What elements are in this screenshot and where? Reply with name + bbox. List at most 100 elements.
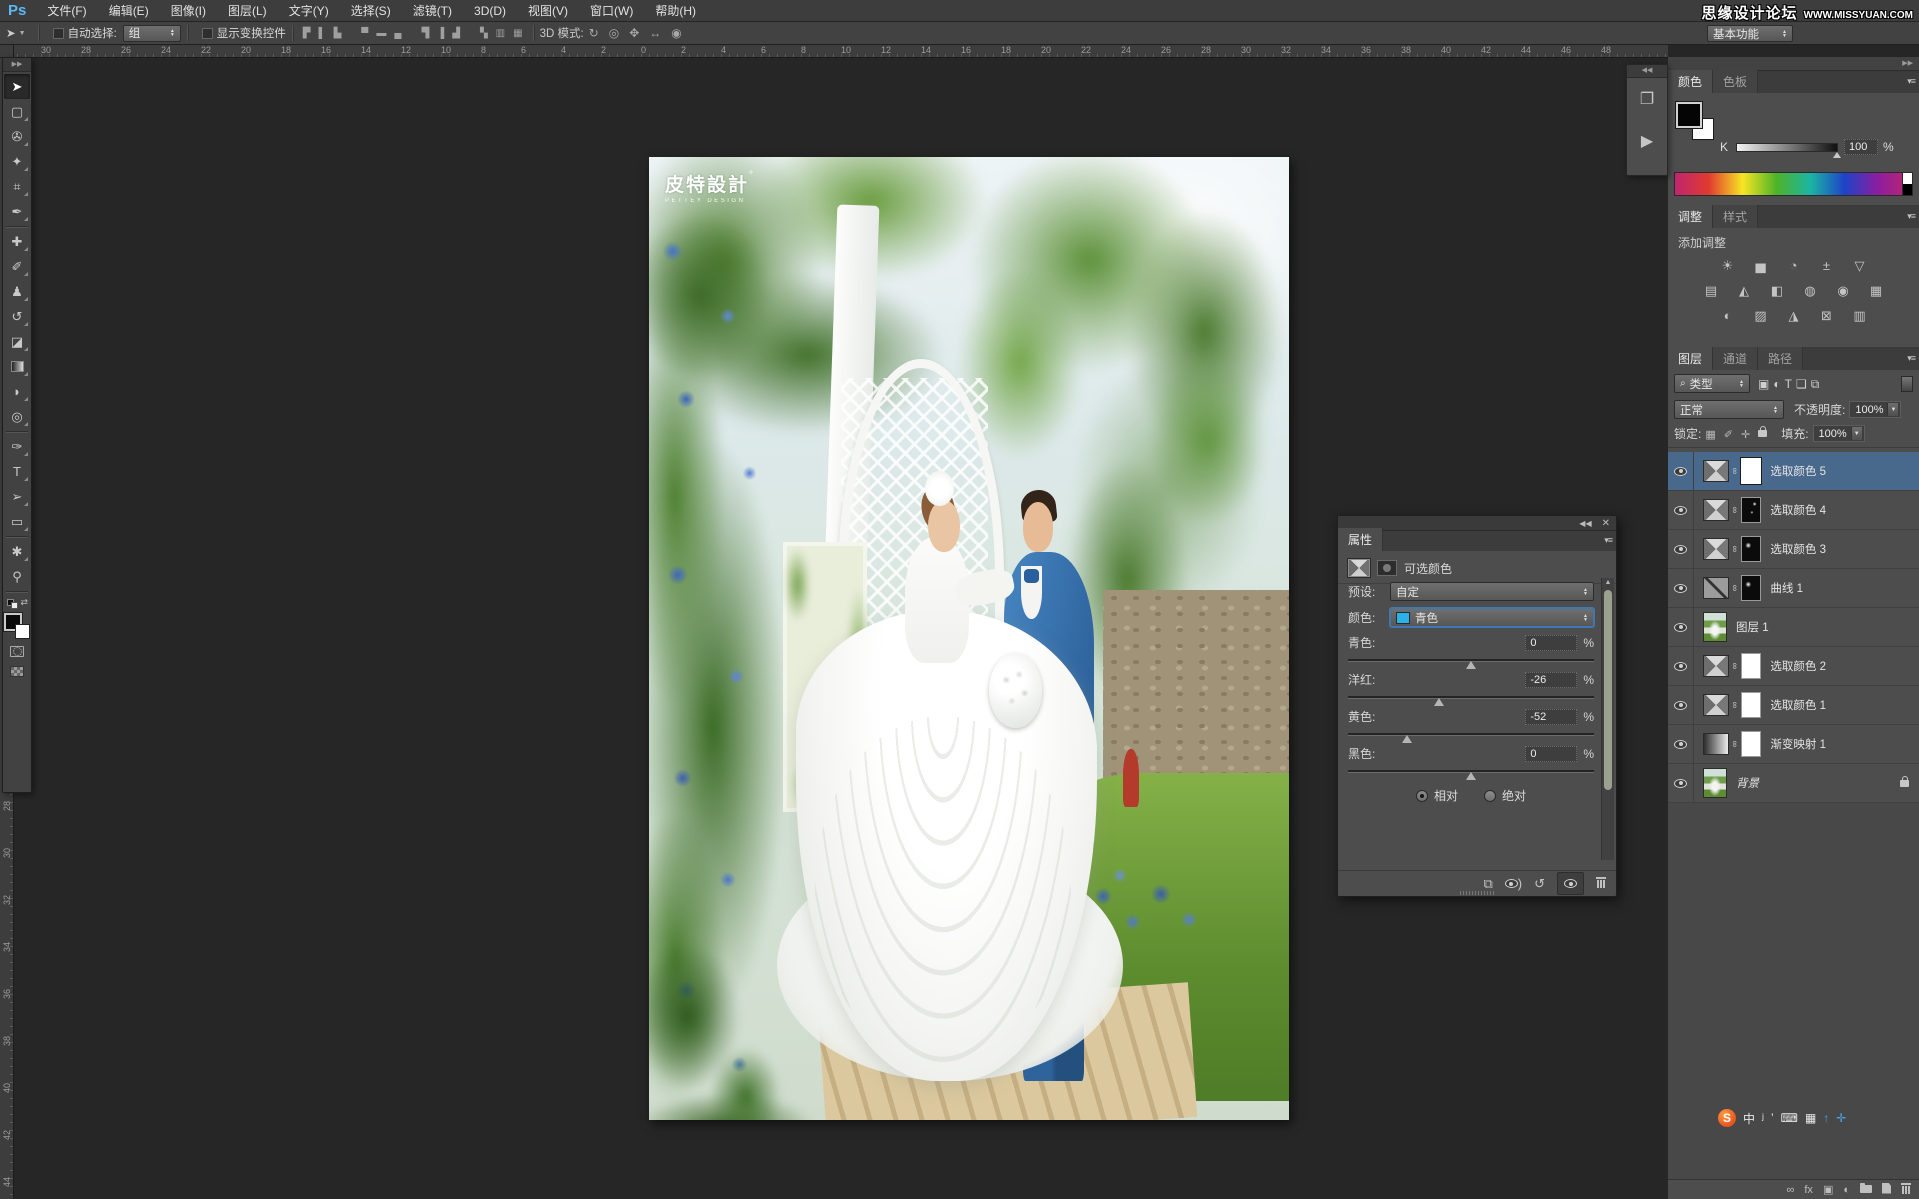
quick-selection-tool[interactable]: ✦ [4, 149, 30, 174]
mask-icon[interactable] [1377, 560, 1397, 576]
slider-track[interactable] [1348, 733, 1594, 736]
selective-color-icon[interactable]: ⊠ [1815, 306, 1839, 325]
blur-tool[interactable]: ◗ [4, 379, 30, 404]
mode3d-button-3[interactable]: ↔ [644, 26, 666, 40]
layer-row[interactable]: ∞选取颜色 4 [1668, 491, 1919, 530]
default-colors-control[interactable]: ⇄ [7, 597, 27, 609]
align-button-3[interactable]: ▀ [357, 28, 372, 39]
filter-type-button-0[interactable]: ▣ [1756, 377, 1771, 391]
filter-type-button-3[interactable]: ❏ [1794, 377, 1809, 391]
layer-row[interactable]: ∞选取颜色 1 [1668, 686, 1919, 725]
delete-adjustment-icon[interactable] [1596, 876, 1606, 891]
tab-adjustments[interactable]: 调整 [1668, 205, 1713, 228]
slider-value-input[interactable]: 0 [1525, 635, 1577, 651]
tab-paths[interactable]: 路径 [1758, 347, 1803, 370]
filter-toggle-button[interactable] [1901, 376, 1913, 392]
slider-track[interactable] [1348, 659, 1594, 662]
color-balance-icon[interactable]: ◭ [1732, 281, 1756, 300]
curves-icon[interactable]: ◔ [1782, 256, 1806, 275]
menu-item-3[interactable]: 图层(L) [217, 4, 278, 18]
tab-styles[interactable]: 样式 [1713, 205, 1758, 228]
layer-row[interactable]: 背景 [1668, 764, 1919, 803]
fill-input[interactable]: 100% ▼ [1813, 425, 1865, 442]
relative-radio[interactable]: 相对 [1416, 787, 1458, 804]
eraser-tool[interactable]: ◪ [4, 329, 30, 354]
visibility-cell[interactable] [1668, 569, 1694, 607]
panel-menu-icon[interactable]: ▾≡ [1907, 76, 1915, 87]
lock-button-1[interactable]: ✐ [1724, 429, 1733, 441]
slider-thumb-icon[interactable] [1466, 661, 1476, 669]
layer-name[interactable]: 选取颜色 1 [1770, 697, 1826, 713]
layer-row[interactable]: 图层 1 [1668, 608, 1919, 647]
pen-tool[interactable]: ✑ [4, 434, 30, 459]
align-button-8[interactable]: ▟ [448, 28, 464, 39]
slider-track[interactable] [1348, 696, 1594, 699]
align-button-2[interactable]: ▙ [330, 28, 346, 39]
menu-item-0[interactable]: 文件(F) [36, 4, 97, 18]
ime-keyboard[interactable]: ⌨ [1781, 1111, 1798, 1125]
dock-collapse-button[interactable]: ▶▶ [1668, 57, 1919, 71]
eye-icon[interactable] [1674, 506, 1687, 515]
hand-tool[interactable]: ✱ [4, 539, 30, 564]
eye-icon[interactable] [1674, 701, 1687, 710]
properties-scrollbar[interactable]: ▲ [1601, 578, 1614, 860]
current-tool-chip[interactable]: ➤ ▼ [0, 26, 32, 40]
layer-name[interactable]: 渐变映射 1 [1770, 736, 1826, 752]
lasso-tool[interactable]: ✇ [4, 124, 30, 149]
adjustment-thumbnail[interactable] [1703, 733, 1729, 755]
delete-layer[interactable] [1901, 1183, 1911, 1197]
type-tool[interactable]: T [4, 459, 30, 484]
eye-icon[interactable] [1674, 662, 1687, 671]
shape-tool[interactable]: ▭ [4, 509, 30, 534]
vibrance-icon[interactable]: ▽ [1848, 256, 1872, 275]
healing-brush-tool[interactable]: ✚ [4, 229, 30, 254]
dodge-tool[interactable]: ◎ [4, 404, 30, 429]
close-icon[interactable]: ✕ [1602, 518, 1610, 529]
exposure-icon[interactable]: ± [1815, 256, 1839, 275]
slider-value-input[interactable]: 0 [1525, 746, 1577, 762]
panel-menu-icon[interactable]: ▾≡ [1604, 535, 1612, 546]
eye-icon[interactable] [1674, 467, 1687, 476]
auto-select-checkbox[interactable] [53, 28, 64, 39]
invert-icon[interactable]: ◐ [1716, 306, 1740, 325]
tab-channels[interactable]: 通道 [1713, 347, 1758, 370]
ime-chinese[interactable]: 中 [1743, 1110, 1755, 1127]
slider-thumb-icon[interactable] [1466, 772, 1476, 780]
layer-name[interactable]: 选取颜色 5 [1770, 463, 1826, 479]
adjustment-thumbnail[interactable] [1703, 694, 1729, 716]
mode3d-button-4[interactable]: ◉ [666, 26, 686, 40]
adjustment-thumbnail[interactable] [1703, 538, 1729, 560]
gradient-tool[interactable] [4, 354, 30, 379]
auto-select-dropdown[interactable]: 组 ▲▼ [123, 25, 181, 42]
align-button-10[interactable]: ▥ [492, 28, 509, 39]
reset-adjustment-icon[interactable]: ↺ [1534, 876, 1545, 892]
layer-name[interactable]: 背景 [1736, 775, 1759, 791]
crop-tool[interactable]: ⌗ [4, 174, 30, 199]
color-lookup-icon[interactable]: ▦ [1864, 281, 1888, 300]
scroll-up-icon[interactable]: ▲ [1602, 578, 1614, 588]
slider-value-input[interactable]: -52 [1525, 709, 1577, 725]
menu-item-7[interactable]: 3D(D) [463, 4, 517, 18]
photo-filter-icon[interactable]: ◍ [1798, 281, 1822, 300]
layer-mask-thumbnail[interactable] [1741, 458, 1761, 484]
panel-menu-icon[interactable]: ▾≡ [1907, 211, 1915, 222]
slider-track[interactable] [1348, 770, 1594, 773]
slider-thumb-icon[interactable] [1833, 152, 1841, 158]
zoom-tool[interactable]: ⚲ [4, 564, 30, 589]
layer-mask-thumbnail[interactable] [1741, 731, 1761, 757]
layer-row[interactable]: ∞渐变映射 1 [1668, 725, 1919, 764]
visibility-cell[interactable] [1668, 647, 1694, 685]
document-canvas[interactable]: 皮特設計° PETTEY DESIGN [649, 157, 1289, 1120]
layer-row[interactable]: ∞选取颜色 3 [1668, 530, 1919, 569]
history-brush-tool[interactable]: ↺ [4, 304, 30, 329]
layer-mask-thumbnail[interactable] [1741, 692, 1761, 718]
visibility-cell[interactable] [1668, 452, 1694, 490]
marquee-tool[interactable]: ▢ [4, 99, 30, 124]
mode3d-button-2[interactable]: ✥ [624, 26, 644, 40]
channel-mixer-icon[interactable]: ◉ [1831, 281, 1855, 300]
brush-tool[interactable]: ✐ [4, 254, 30, 279]
menu-item-9[interactable]: 窗口(W) [579, 4, 644, 18]
workspace-switcher[interactable]: 基本功能 ▲▼ [1707, 25, 1793, 42]
preset-dropdown[interactable]: 自定 ▲▼ [1390, 582, 1594, 601]
menu-item-5[interactable]: 选择(S) [340, 4, 402, 18]
